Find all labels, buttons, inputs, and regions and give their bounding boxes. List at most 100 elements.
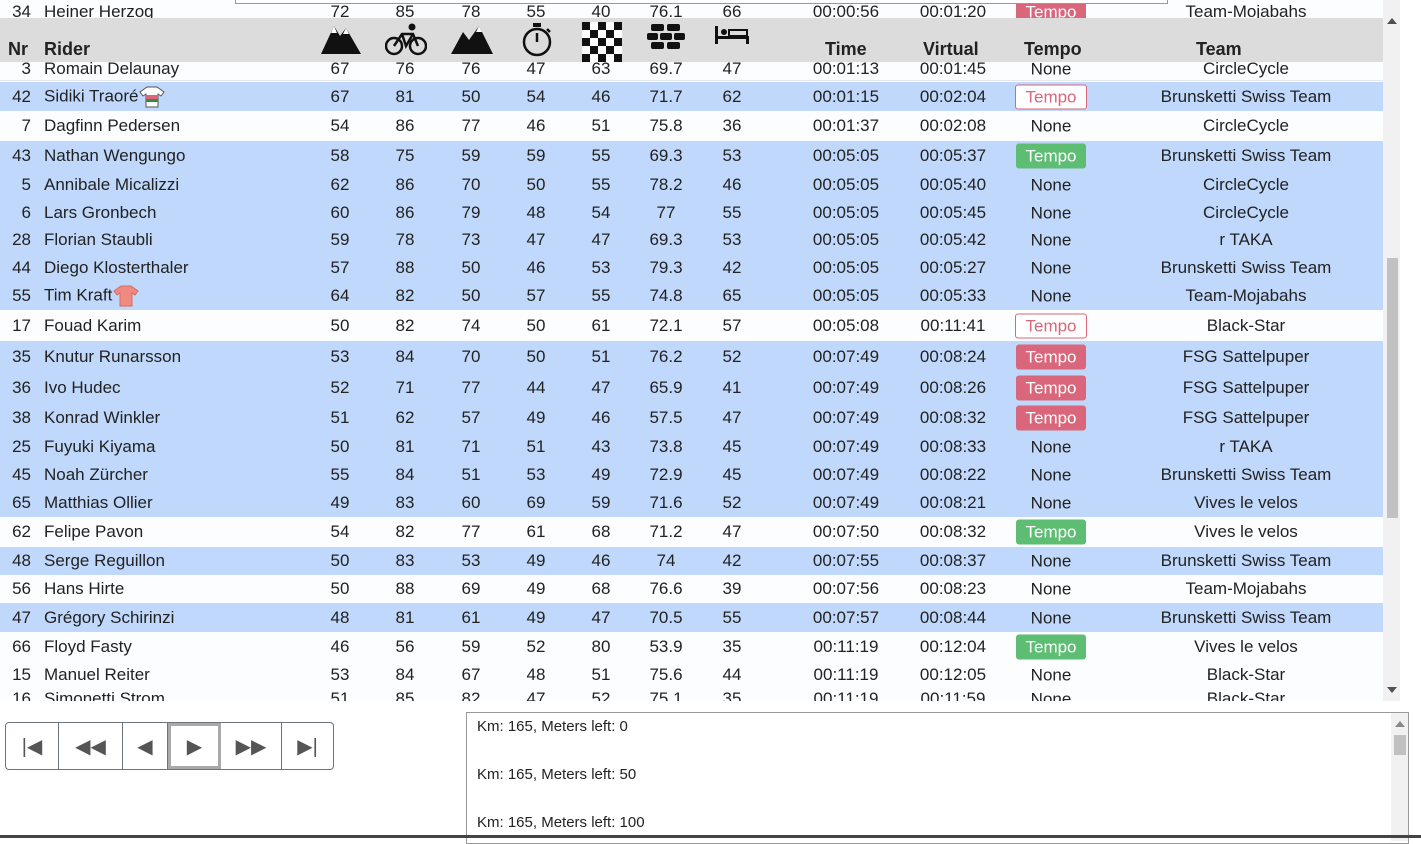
cell-tempo[interactable]: Tempo [1016,143,1086,169]
table-row[interactable]: 15 Manuel Reiter 53 84 67 48 51 75.6 44 00:11:19 0… [0,661,1383,690]
cell-tempo[interactable]: Tempo [1016,405,1086,431]
mountain-icon[interactable] [321,22,361,56]
rider-name[interactable]: Sidiki Traoré [44,86,138,105]
cell-tempo[interactable]: None [1016,114,1086,139]
cell-tempo[interactable]: None [1016,173,1086,198]
rider-name[interactable]: Manuel Reiter [44,665,150,684]
rider-name[interactable]: Florian Staubli [44,230,153,249]
table-row[interactable]: 48 Serge Reguillon 50 83 53 49 46 74 42 00:07:55 0… [0,547,1383,576]
tempo-badge[interactable]: Tempo [1016,344,1086,369]
first-button[interactable]: |◀ [6,723,59,769]
rider-name[interactable]: Floyd Fasty [44,637,132,656]
cell-tempo[interactable]: None [1016,549,1086,574]
cell-tempo[interactable]: None [1016,228,1086,253]
cell-tempo[interactable]: Tempo [1016,634,1086,659]
cell-tempo[interactable]: None [1016,577,1086,602]
table-row[interactable]: 66 Floyd Fasty 46 56 59 52 80 53.9 35 00:11:19 00:… [0,632,1383,662]
back-button[interactable]: ◀ [123,723,168,769]
scroll-down-icon[interactable] [1387,687,1397,693]
scrollbar-thumb[interactable] [1387,258,1398,518]
cell-tempo[interactable]: None [1016,284,1086,309]
cell-v3: 77 [461,116,481,135]
tempo-badge[interactable]: Tempo [1016,634,1086,659]
rider-name[interactable]: Diego Klosterthaler [44,258,189,277]
table-row[interactable]: 45 Noah Zürcher 55 84 51 53 49 72.9 45 00:07:49 00… [0,461,1383,490]
cell-v6: 71.7 [649,86,683,106]
table-row[interactable]: 43 Nathan Wengungo 58 75 59 59 55 69.3 53 00:05:0… [0,141,1383,172]
table-scrollbar[interactable] [1383,0,1400,701]
cell-tempo[interactable]: None [1016,463,1086,488]
rider-name[interactable]: Hans Hirte [44,579,124,598]
cell-virtual: 00:08:32 [919,408,987,427]
cell-tempo[interactable]: None [1016,200,1086,225]
cell-tempo[interactable]: Tempo [1015,313,1087,338]
rider-name[interactable]: Lars Gronbech [44,203,156,222]
cell-tempo[interactable]: None [1016,605,1086,630]
table-row[interactable]: 62 Felipe Pavon 54 82 77 61 68 71.2 47 00:07:50 00… [0,517,1383,548]
fast-forward-button[interactable]: ▶▶ [221,723,282,769]
cell-tempo[interactable]: None [1016,687,1086,702]
tempo-badge[interactable]: Tempo [1016,143,1086,169]
cobblestone-icon[interactable] [647,22,685,52]
header-team-label: Team [1196,39,1242,59]
table-row[interactable]: 35 Knutur Runarsson 53 84 70 50 51 76.2 52 00:07:… [0,341,1383,373]
tempo-badge[interactable]: Tempo [1015,313,1087,338]
cell-tempo[interactable]: None [1016,491,1086,516]
bicycle-icon[interactable] [385,22,427,56]
log-scroll-up-icon[interactable] [1395,721,1405,727]
scroll-up-icon[interactable] [1387,18,1397,24]
cell-tempo[interactable]: Tempo [1016,344,1086,369]
cell-tempo[interactable]: None [1016,256,1086,281]
rider-name[interactable]: Tim Kraft [44,285,112,304]
rider-name[interactable]: Simonetti Strom [44,689,165,701]
tempo-badge[interactable]: Tempo [1016,375,1086,400]
table-row[interactable]: 38 Konrad Winkler 51 62 57 49 46 57.5 47 00:07:49… [0,403,1383,434]
rider-name[interactable]: Knutur Runarsson [44,347,181,366]
rider-name[interactable]: Annibale Micalizzi [44,175,179,194]
stopwatch-icon[interactable] [519,22,555,58]
cell-v6: 53.9 [649,636,683,656]
table-row[interactable]: 56 Hans Hirte 50 88 69 49 68 76.6 39 00:07:56 00:0… [0,575,1383,604]
log-scrollbar[interactable] [1391,713,1408,841]
table-row[interactable]: 6 Lars Gronbech 60 86 79 48 54 77 55 00:05:05 00:0… [0,199,1383,227]
table-row[interactable]: 25 Fuyuki Kiyama 50 81 71 51 43 73.8 45 00:07:49 0… [0,433,1383,462]
tempo-badge[interactable]: Tempo [1016,405,1086,431]
cell-tempo[interactable]: None [1016,435,1086,460]
rider-name[interactable]: Dagfinn Pedersen [44,116,180,135]
table-row[interactable]: 17 Fouad Karim 50 82 74 50 61 72.1 57 00:05:08 00:… [0,310,1383,342]
rider-name[interactable]: Nathan Wengungo [44,146,185,165]
table-row[interactable]: 16 Simonetti Strom 51 85 82 47 52 75.1 35 00:11:1… [0,689,1383,701]
cell-tempo[interactable]: Tempo [1015,84,1087,109]
tempo-badge[interactable]: Tempo [1016,519,1086,545]
log-scrollbar-thumb[interactable] [1394,735,1406,755]
bed-icon[interactable] [714,22,750,46]
rider-name[interactable]: Grégory Schirinzi [44,608,174,627]
rider-name[interactable]: Noah Zürcher [44,465,148,484]
play-button[interactable]: ▶ [168,723,221,769]
table-row[interactable]: 36 Ivo Hudec 52 71 77 44 47 65.9 41 00:07:49 00:08… [0,372,1383,404]
fast-back-button[interactable]: ◀◀ [59,723,123,769]
last-button[interactable]: ▶| [282,723,333,769]
table-row[interactable]: 47 Grégory Schirinzi 48 81 61 49 47 70.5 55 00:07… [0,603,1383,633]
rider-name[interactable]: Fuyuki Kiyama [44,437,155,456]
rider-name[interactable]: Konrad Winkler [44,408,160,427]
cell-tempo[interactable]: Tempo [1016,375,1086,400]
hills-icon[interactable] [451,22,493,56]
table-row[interactable]: 7 Dagfinn Pedersen 54 86 77 46 51 75.8 36 00:01:3… [0,111,1383,142]
rider-name[interactable]: Ivo Hudec [44,378,121,397]
table-row[interactable]: 55 Tim Kraft 64 82 50 57 55 74.8 65 00:05:05 00:05… [0,282,1383,311]
rider-name[interactable]: Matthias Ollier [44,493,153,512]
tempo-badge[interactable]: Tempo [1015,84,1087,109]
race-log[interactable]: Km: 165, Meters left: 0 Km: 165, Meters … [466,712,1409,844]
table-row[interactable]: 44 Diego Klosterthaler 57 88 50 46 53 79.3 42 00:… [0,254,1383,283]
table-row[interactable]: 28 Florian Staubli 59 78 73 47 47 69.3 53 00:05:0… [0,226,1383,255]
rider-name[interactable]: Fouad Karim [44,316,141,335]
table-row[interactable]: 5 Annibale Micalizzi 62 86 70 50 55 78.2 46 00:05… [0,171,1383,200]
cell-tempo[interactable]: None [1016,663,1086,688]
table-row[interactable]: 65 Matthias Ollier 49 83 60 69 59 71.6 52 00:07:4… [0,489,1383,518]
rider-name[interactable]: Felipe Pavon [44,522,143,541]
rider-name[interactable]: Serge Reguillon [44,551,165,570]
table-row[interactable]: 42 Sidiki Traoré 67 81 50 54 46 71.7 62 00:01:15 0… [0,82,1383,112]
checkered-flag-icon[interactable] [582,22,622,62]
cell-tempo[interactable]: Tempo [1016,519,1086,545]
